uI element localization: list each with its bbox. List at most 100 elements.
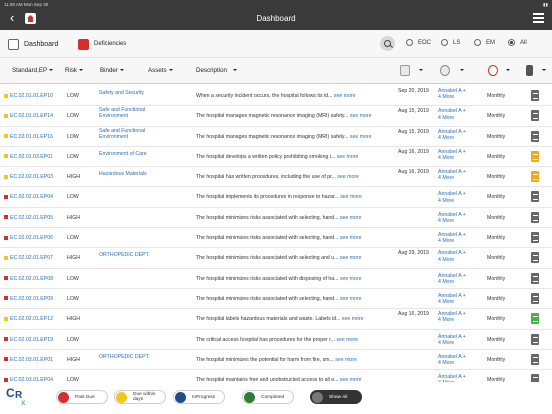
binder-link[interactable]: Safe and Functional Environment bbox=[99, 107, 159, 119]
binder-link[interactable]: Safety and Security bbox=[99, 90, 159, 96]
filter-standard[interactable]: Standard,EP bbox=[12, 67, 54, 74]
filter-assets[interactable]: Assets bbox=[148, 67, 173, 74]
document-icon[interactable] bbox=[531, 90, 539, 101]
table-row[interactable]: EC.02.02.01.EP09 LOW The hospital minimize… bbox=[0, 289, 552, 310]
binder-link[interactable]: Hazardous Materials bbox=[99, 171, 159, 177]
table-row[interactable]: EC.02.01.03.EP01 LOW Environment of Care Th… bbox=[0, 147, 552, 168]
caret-down-icon[interactable] bbox=[460, 69, 464, 71]
table-row[interactable]: EC.02.02.01.EP06 LOW The hospital minimize… bbox=[0, 228, 552, 249]
see-more-link[interactable]: see more bbox=[337, 174, 359, 180]
document-icon[interactable] bbox=[531, 272, 539, 284]
caret-down-icon[interactable] bbox=[506, 69, 510, 71]
see-more-link[interactable]: see more bbox=[340, 276, 362, 282]
calendar-icon[interactable] bbox=[400, 65, 410, 76]
assignee-link[interactable]: Annabel A +4 More bbox=[438, 232, 466, 244]
standard-code-link[interactable]: EC.02.03.01.EP01 bbox=[10, 357, 53, 363]
see-more-link[interactable]: see more bbox=[340, 255, 362, 261]
search-icon[interactable] bbox=[380, 36, 395, 51]
table-row[interactable]: EC.02.02.01.EP03 HIGH Hazardous Materials T… bbox=[0, 167, 552, 188]
see-more-link[interactable]: see more bbox=[334, 93, 356, 99]
filter-risk[interactable]: Risk bbox=[65, 67, 84, 74]
assignee-link[interactable]: Annabel A +4 More bbox=[438, 191, 466, 203]
assignee-link[interactable]: Annabel A +4 More bbox=[438, 169, 466, 181]
filter-description[interactable]: Description bbox=[196, 67, 237, 74]
caret-down-icon[interactable] bbox=[419, 69, 423, 71]
table-row[interactable]: EC.02.02.01.EP19 LOW The critical access h… bbox=[0, 330, 552, 350]
document-icon[interactable] bbox=[531, 232, 539, 244]
standard-code-link[interactable]: EC.02.02.01.EP08 bbox=[10, 276, 53, 282]
assignee-link[interactable]: Annabel A +4 More bbox=[438, 212, 466, 224]
assignee-link[interactable]: Annabel A +4 More bbox=[438, 250, 466, 262]
see-more-link[interactable]: see more bbox=[342, 316, 364, 322]
document-icon[interactable] bbox=[531, 211, 539, 223]
clock-icon[interactable] bbox=[488, 65, 498, 76]
document-icon[interactable] bbox=[531, 313, 539, 325]
scope-radio-eoc[interactable]: EOC bbox=[406, 39, 431, 46]
scope-radio-em[interactable]: EM bbox=[474, 39, 495, 46]
legend-past-due-button[interactable]: Past Due bbox=[56, 390, 108, 404]
scope-radio-ls[interactable]: LS bbox=[441, 39, 460, 46]
standard-code-link[interactable]: EC.02.02.01.EP05 bbox=[10, 215, 53, 221]
table-row[interactable]: EC.02.01.01.EP16 LOW Safe and Functional E… bbox=[0, 127, 552, 147]
filter-binder[interactable]: Binder bbox=[100, 67, 124, 74]
table-row[interactable]: EC.02.02.01.EP12 HIGH The hospital labels … bbox=[0, 309, 552, 330]
document-icon[interactable] bbox=[531, 292, 539, 304]
standard-code-link[interactable]: EC.02.01.01.EP16 bbox=[10, 134, 53, 140]
assignee-link[interactable]: Annabel A +4 More bbox=[438, 354, 466, 366]
tab-deficiencies[interactable]: Deficiencies bbox=[78, 37, 126, 51]
standard-code-link[interactable]: EC.02.02.01.EP07 bbox=[10, 255, 53, 261]
assignee-link[interactable]: Annabel A +4 More bbox=[438, 129, 466, 141]
scope-radio-all[interactable]: All bbox=[508, 39, 527, 46]
document-icon[interactable] bbox=[531, 171, 539, 183]
see-more-link[interactable]: see more bbox=[340, 194, 362, 200]
standard-code-link[interactable]: EC.02.02.01.EP04 bbox=[10, 194, 53, 200]
document-icon[interactable] bbox=[526, 65, 533, 76]
document-icon[interactable] bbox=[531, 252, 539, 264]
table-row[interactable]: EC.02.02.01.EP07 HIGH ORTHOPEDIC DEPT. The … bbox=[0, 248, 552, 269]
see-more-link[interactable]: see more bbox=[350, 113, 372, 119]
table-row[interactable]: EC.02.02.01.EP05 HIGH The hospital minimiz… bbox=[0, 208, 552, 229]
standard-code-link[interactable]: EC.02.01.03.EP01 bbox=[10, 154, 53, 160]
legend-completed-button[interactable]: Completed bbox=[242, 390, 294, 404]
standard-code-link[interactable]: EC.02.02.01.EP12 bbox=[10, 316, 53, 322]
assignee-link[interactable]: Annabel A +4 More bbox=[438, 88, 466, 100]
assignee-link[interactable]: Annabel A +4 More bbox=[438, 311, 466, 323]
assignee-link[interactable]: Annabel A +4 More bbox=[438, 108, 466, 120]
assignee-link[interactable]: Annabel A +4 More bbox=[438, 293, 466, 305]
table-row[interactable]: EC.02.02.01.EP08 LOW The hospital minimize… bbox=[0, 269, 552, 289]
see-more-link[interactable]: see more bbox=[335, 357, 357, 363]
see-more-link[interactable]: see more bbox=[336, 337, 358, 343]
standard-code-link[interactable]: EC.02.02.01.EP03 bbox=[10, 174, 53, 180]
tab-dashboard[interactable]: Dashboard bbox=[8, 37, 58, 51]
document-icon[interactable] bbox=[531, 353, 539, 365]
document-icon[interactable] bbox=[531, 333, 539, 345]
assignee-link[interactable]: Annabel A +4 More bbox=[438, 334, 466, 346]
see-more-link[interactable]: see more bbox=[350, 134, 372, 140]
standard-code-link[interactable]: EC.02.01.01.EP10 bbox=[10, 93, 53, 99]
see-more-link[interactable]: see more bbox=[340, 296, 362, 302]
see-more-link[interactable]: see more bbox=[337, 154, 359, 160]
caret-down-icon[interactable] bbox=[542, 69, 546, 71]
hamburger-menu-icon[interactable] bbox=[533, 13, 544, 23]
document-icon[interactable] bbox=[531, 110, 539, 122]
document-icon[interactable] bbox=[531, 130, 539, 142]
binder-link[interactable]: ORTHOPEDIC DEPT. bbox=[99, 252, 159, 258]
document-icon[interactable] bbox=[531, 191, 539, 203]
see-more-link[interactable]: see more bbox=[340, 215, 362, 221]
see-more-link[interactable]: see more bbox=[340, 235, 362, 241]
table-row[interactable]: EC.02.01.01.EP10 LOW Safety and Security Wh… bbox=[0, 86, 552, 107]
legend-due-within-button[interactable]: Due within days bbox=[114, 390, 166, 404]
table-row[interactable]: EC.02.02.01.EP04 LOW The hospital implemen… bbox=[0, 187, 552, 208]
table-row[interactable]: EC.02.03.01.EP01 HIGH ORTHOPEDIC DEPT. The … bbox=[0, 350, 552, 371]
user-icon[interactable] bbox=[440, 65, 450, 76]
binder-link[interactable]: ORTHOPEDIC DEPT. bbox=[99, 354, 159, 360]
binder-link[interactable]: Safe and Functional Environment bbox=[99, 128, 159, 140]
assignee-link[interactable]: Annabel A +4 More bbox=[438, 149, 466, 161]
legend-in-progress-button[interactable]: InProgress bbox=[173, 390, 225, 404]
document-icon[interactable] bbox=[531, 150, 539, 162]
standard-code-link[interactable]: EC.02.01.01.EP14 bbox=[10, 113, 53, 119]
standard-code-link[interactable]: EC.02.02.01.EP09 bbox=[10, 296, 53, 302]
legend-show-all-button[interactable]: Show All bbox=[310, 390, 362, 404]
standard-code-link[interactable]: EC.02.02.01.EP06 bbox=[10, 235, 53, 241]
table-row[interactable]: EC.02.01.01.EP14 LOW Safe and Functional E… bbox=[0, 106, 552, 127]
